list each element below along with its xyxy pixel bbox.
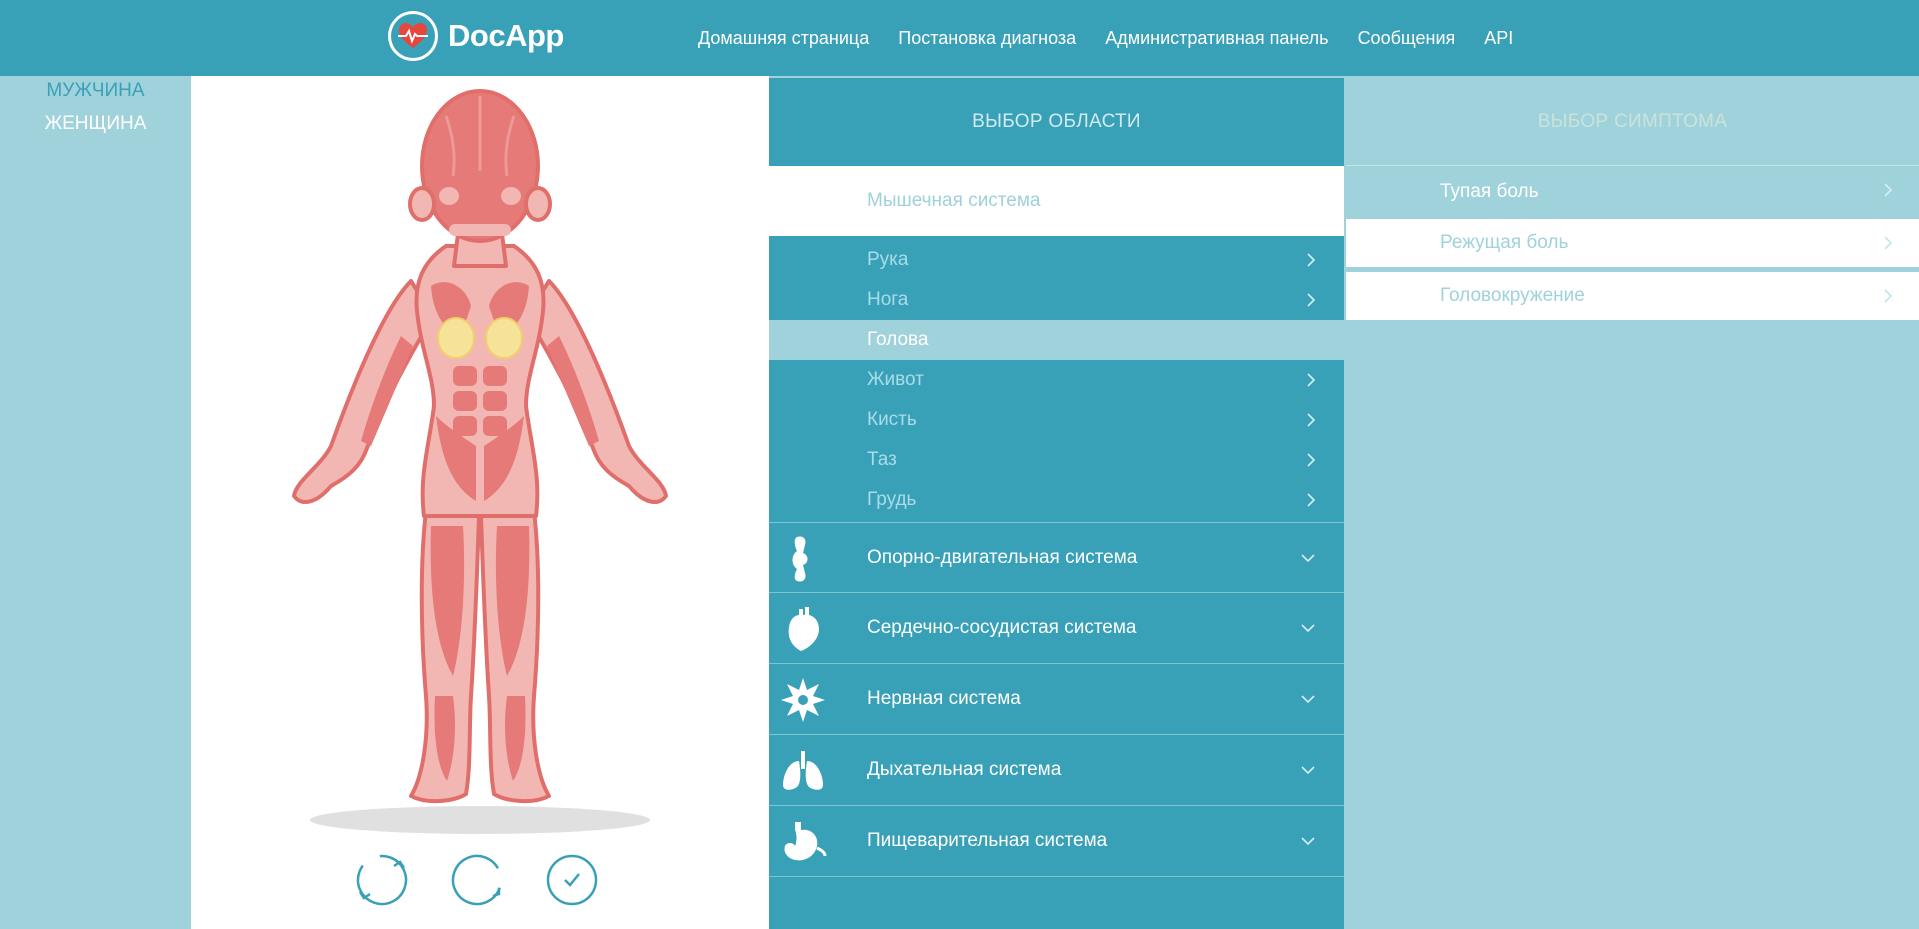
gender-selector: МУЖЧИНА ЖЕНЩИНА (0, 76, 191, 929)
rotate-right-icon[interactable] (449, 852, 505, 908)
top-header: DocApp Домашняя страница Постановка диаг… (0, 0, 1919, 76)
region-item-arm[interactable]: Рука (769, 240, 1344, 280)
main-nav: Домашняя страница Постановка диагноза Ад… (698, 0, 1542, 76)
chevron-right-icon (1307, 293, 1316, 307)
heart-logo-icon (388, 11, 438, 61)
app-name: DocApp (448, 18, 564, 53)
body-figure-panel (191, 76, 769, 929)
system-musculoskeletal[interactable]: Опорно-двигательная система (769, 522, 1344, 593)
gender-female-option[interactable]: ЖЕНЩИНА (0, 113, 191, 135)
gender-male-option[interactable]: МУЖЧИНА (0, 80, 191, 102)
stomach-icon (784, 822, 827, 861)
system-label: Сердечно-сосудистая система (867, 617, 1137, 638)
symptom-panel: ВЫБОР СИМПТОМА Тупая боль Режущая боль Г… (1346, 78, 1919, 929)
system-respiratory[interactable]: Дыхательная система (769, 735, 1344, 806)
symptom-item-dizziness[interactable]: Головокружение (1346, 272, 1919, 320)
nav-api[interactable]: API (1484, 28, 1513, 49)
chevron-right-icon (1307, 453, 1316, 467)
system-label: Дыхательная система (867, 759, 1062, 780)
chevron-right-icon (1307, 493, 1316, 507)
system-label: Пищеварительная система (867, 830, 1108, 851)
nav-diagnosis[interactable]: Постановка диагноза (898, 28, 1076, 49)
chevron-down-icon (1301, 554, 1315, 563)
region-item-leg[interactable]: Нога (769, 280, 1344, 320)
nav-admin[interactable]: Административная панель (1105, 28, 1328, 49)
region-subitems: Рука Нога Голова Живот Кисть Таз Грудь (769, 236, 1344, 520)
app-logo[interactable]: DocApp (388, 11, 564, 61)
region-item-label: Кисть (867, 409, 917, 430)
heart-icon (788, 607, 819, 651)
system-label: Опорно-двигательная система (867, 546, 1138, 568)
chevron-right-icon (1884, 183, 1893, 197)
region-item-label: Таз (867, 449, 897, 470)
symptom-item-dull-pain[interactable]: Тупая боль (1346, 166, 1919, 218)
region-item-chest[interactable]: Грудь (769, 480, 1344, 520)
chevron-down-icon (1301, 766, 1315, 775)
region-item-label: Живот (867, 369, 924, 390)
chevron-right-icon (1884, 289, 1893, 303)
rotate-left-icon[interactable] (354, 852, 410, 908)
symptom-item-sharp-pain[interactable]: Режущая боль (1346, 219, 1919, 267)
symptom-label: Режущая боль (1440, 232, 1569, 253)
region-item-pelvis[interactable]: Таз (769, 440, 1344, 480)
symptom-panel-title: ВЫБОР СИМПТОМА (1346, 78, 1919, 166)
chevron-right-icon (1884, 236, 1893, 250)
system-digestive[interactable]: Пищеварительная система (769, 806, 1344, 877)
female-muscle-figure[interactable] (191, 76, 769, 836)
region-item-hand[interactable]: Кисть (769, 400, 1344, 440)
neuron-icon (781, 678, 825, 722)
confirm-icon[interactable] (544, 852, 600, 908)
symptom-label: Головокружение (1440, 285, 1585, 306)
region-item-label: Грудь (867, 489, 917, 510)
chevron-down-icon (1301, 624, 1315, 633)
system-muscular-open[interactable]: Мышечная система (769, 166, 1344, 236)
chevron-right-icon (1307, 373, 1316, 387)
region-item-abdomen[interactable]: Живот (769, 360, 1344, 400)
region-item-label: Рука (867, 249, 909, 270)
chevron-down-icon (1301, 695, 1315, 704)
chevron-down-icon (1301, 837, 1315, 846)
chevron-right-icon (1307, 253, 1316, 267)
chevron-right-icon (1307, 413, 1316, 427)
nav-home[interactable]: Домашняя страница (698, 28, 869, 49)
system-nervous[interactable]: Нервная система (769, 664, 1344, 735)
region-item-label: Голова (867, 329, 929, 350)
region-panel-title: ВЫБОР ОБЛАСТИ (972, 111, 1141, 132)
joint-icon (792, 536, 808, 582)
system-label: Нервная система (867, 688, 1021, 709)
nav-messages[interactable]: Сообщения (1358, 28, 1456, 49)
symptom-label: Тупая боль (1440, 181, 1539, 202)
region-item-label: Нога (867, 289, 909, 310)
lungs-icon (783, 751, 823, 790)
region-panel: ВЫБОР ОБЛАСТИ Мышечная система Рука Нога… (769, 78, 1344, 929)
region-item-head[interactable]: Голова (769, 320, 1344, 360)
system-cardiovascular[interactable]: Сердечно-сосудистая система (769, 593, 1344, 664)
